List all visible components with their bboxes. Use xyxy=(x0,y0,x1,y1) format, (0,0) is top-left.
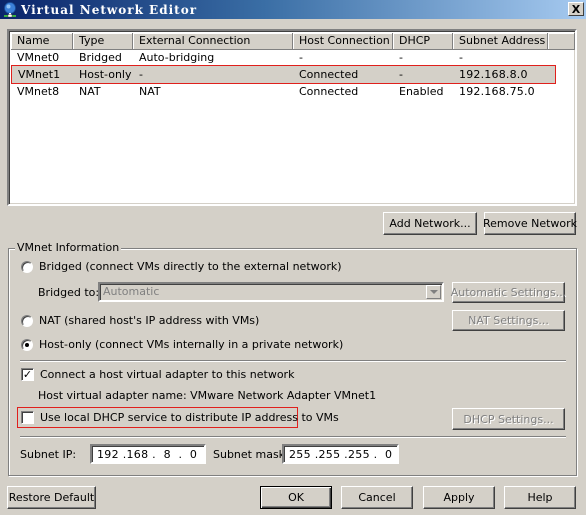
nat-radio-label: NAT (shared host's IP address with VMs) xyxy=(39,314,260,327)
bridged-to-value: Automatic xyxy=(103,285,160,298)
column-header-external-connection[interactable]: External Connection xyxy=(133,33,293,50)
close-icon: X xyxy=(571,2,581,16)
column-header-dhcp[interactable]: DHCP xyxy=(393,33,453,50)
cell-subnet-address: 192.168.8.0 xyxy=(459,68,528,81)
host-only-radio-option[interactable]: Host-only (connect VMs internally in a p… xyxy=(21,338,343,351)
window-title: Virtual Network Editor xyxy=(21,2,198,17)
subnet-mask-input[interactable]: 255 .255 .255 . 0 xyxy=(282,444,399,464)
bridged-to-select[interactable]: Automatic xyxy=(98,282,444,302)
column-header-filler xyxy=(548,33,575,50)
cell-external-connection: NAT xyxy=(139,85,161,98)
close-button[interactable]: X xyxy=(568,2,584,16)
dhcp-settings-button[interactable]: DHCP Settings... xyxy=(452,408,565,430)
bridged-radio[interactable] xyxy=(21,260,33,273)
cell-dhcp: Enabled xyxy=(399,85,444,98)
column-header-host-connection[interactable]: Host Connection xyxy=(293,33,393,50)
title-bar: Virtual Network Editor X xyxy=(0,0,586,19)
host-only-radio[interactable] xyxy=(21,338,33,351)
table-row-vmnet1[interactable]: VMnet1 Host-only - Connected - 192.168.8… xyxy=(11,65,556,84)
remove-network-button[interactable]: Remove Network xyxy=(483,212,577,235)
dhcp-option[interactable]: Use local DHCP service to distribute IP … xyxy=(21,411,339,424)
cell-host-connection: - xyxy=(299,51,303,64)
dhcp-label: Use local DHCP service to distribute IP … xyxy=(40,411,339,424)
cell-name: VMnet0 xyxy=(17,51,60,64)
bridged-radio-label: Bridged (connect VMs directly to the ext… xyxy=(39,260,342,273)
nat-radio-option[interactable]: NAT (shared host's IP address with VMs) xyxy=(21,314,259,327)
nat-settings-button[interactable]: NAT Settings... xyxy=(452,310,565,331)
separator xyxy=(20,360,566,362)
subnet-ip-input[interactable]: 192 .168 . 8 . 0 xyxy=(90,444,206,464)
cell-subnet-address: 192.168.75.0 xyxy=(459,85,535,98)
vmnet-information-label: VMnet Information xyxy=(15,241,122,254)
column-header-name[interactable]: Name xyxy=(11,33,73,50)
cell-name: VMnet8 xyxy=(17,85,60,98)
cell-type: Bridged xyxy=(79,51,122,64)
ok-button[interactable]: OK xyxy=(260,486,332,509)
bridged-radio-option[interactable]: Bridged (connect VMs directly to the ext… xyxy=(21,260,342,273)
restore-default-button[interactable]: Restore Default xyxy=(7,486,96,509)
bridged-to-label: Bridged to: xyxy=(38,286,100,299)
cell-subnet-address: - xyxy=(459,51,464,64)
add-network-button[interactable]: Add Network... xyxy=(383,212,477,235)
table-row-vmnet0[interactable]: VMnet0 Bridged Auto-bridging - - - xyxy=(11,49,571,66)
automatic-settings-button[interactable]: Automatic Settings... xyxy=(451,282,566,303)
cell-external-connection: Auto-bridging xyxy=(139,51,215,64)
connect-adapter-option[interactable]: ✓ Connect a host virtual adapter to this… xyxy=(21,368,294,381)
dhcp-checkbox[interactable] xyxy=(21,411,34,424)
network-globe-icon xyxy=(2,1,18,18)
adapter-name-text: Host virtual adapter name: VMware Networ… xyxy=(38,389,377,402)
cell-name: VMnet1 xyxy=(18,68,61,81)
connect-adapter-checkbox[interactable]: ✓ xyxy=(21,368,34,381)
nat-radio[interactable] xyxy=(21,314,33,327)
cell-type: NAT xyxy=(79,85,101,98)
column-header-subnet-address[interactable]: Subnet Address xyxy=(453,33,548,50)
help-button[interactable]: Help xyxy=(504,486,576,509)
column-header-type[interactable]: Type xyxy=(73,33,133,50)
table-row-vmnet8[interactable]: VMnet8 NAT NAT Connected Enabled 192.168… xyxy=(11,83,571,100)
separator xyxy=(20,436,566,438)
list-header: Name Type External Connection Host Conne… xyxy=(11,33,575,50)
cell-dhcp: - xyxy=(399,51,403,64)
apply-button[interactable]: Apply xyxy=(423,486,495,509)
cell-external-connection: - xyxy=(139,68,143,81)
cell-dhcp: - xyxy=(399,68,403,81)
subnet-mask-label: Subnet mask: xyxy=(213,448,289,461)
cell-host-connection: Connected xyxy=(299,85,359,98)
dropdown-arrow-icon[interactable] xyxy=(426,285,441,299)
host-only-radio-label: Host-only (connect VMs internally in a p… xyxy=(39,338,344,351)
cell-host-connection: Connected xyxy=(299,68,359,81)
cancel-button[interactable]: Cancel xyxy=(341,486,413,509)
cell-type: Host-only xyxy=(79,68,132,81)
connect-adapter-label: Connect a host virtual adapter to this n… xyxy=(40,368,295,381)
subnet-ip-label: Subnet IP: xyxy=(20,448,77,461)
network-list[interactable]: Name Type External Connection Host Conne… xyxy=(7,29,577,206)
